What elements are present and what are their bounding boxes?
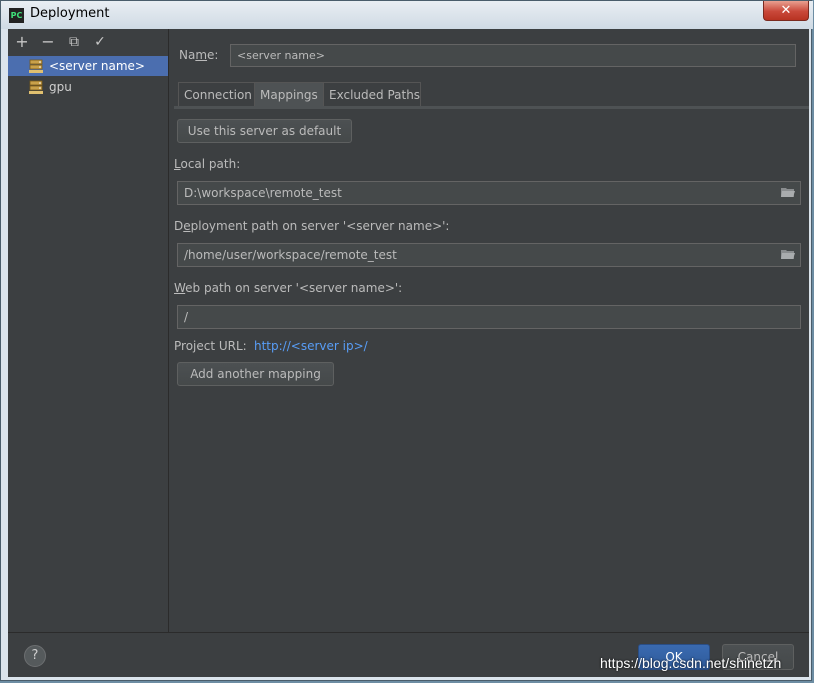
window-title: Deployment [30,6,110,21]
title-bar[interactable]: PC Deployment ✕ [1,1,813,29]
copy-server-icon[interactable]: ⧉ [65,33,83,51]
server-item-label: gpu [49,80,72,94]
watermark-text: https://blog.csdn.net/shinetzh [600,655,782,671]
deployment-path-value: /home/user/workspace/remote_test [184,248,397,262]
apply-check-icon[interactable]: ✓ [91,33,109,51]
server-item-label: <server name> [49,59,145,73]
deployment-path-label: Deployment path on server '<server name>… [174,219,450,233]
server-item-server-name[interactable]: <server name> [8,56,168,76]
help-icon[interactable]: ? [24,645,46,667]
tab-connection[interactable]: Connection [178,82,255,106]
server-list-panel: + − ⧉ ✓ <server name> gpu [8,29,169,632]
project-url-link[interactable]: http://<server ip>/ [254,339,368,353]
tab-mappings[interactable]: Mappings [254,82,324,106]
tab-excluded-paths[interactable]: Excluded Paths [323,82,421,106]
pycharm-app-icon: PC [9,8,24,23]
server-icon [29,59,43,73]
web-path-label: Web path on server '<server name>': [174,281,403,295]
deployment-path-field[interactable]: /home/user/workspace/remote_test [177,243,801,267]
browse-folder-icon[interactable] [781,249,795,260]
web-path-field[interactable]: / [177,305,801,329]
local-path-field[interactable]: D:\workspace\remote_test [177,181,801,205]
local-path-label: Local path: [174,157,241,171]
name-label: Name: [179,48,219,62]
server-item-gpu[interactable]: gpu [8,77,168,97]
server-icon [29,80,43,94]
server-toolbar: + − ⧉ ✓ [8,29,168,55]
use-as-default-button[interactable]: Use this server as default [177,119,352,143]
remove-server-icon[interactable]: − [39,33,57,51]
browse-folder-icon[interactable] [781,187,795,198]
deployment-dialog: PC Deployment ✕ + − ⧉ ✓ <server name> gp… [0,0,813,681]
tab-divider [174,106,809,109]
project-url-label: Project URL: [174,339,247,353]
local-path-value: D:\workspace\remote_test [184,186,342,200]
add-server-icon[interactable]: + [13,33,31,51]
add-another-mapping-button[interactable]: Add another mapping [177,362,334,386]
dialog-content: + − ⧉ ✓ <server name> gpu Name: <server … [8,29,809,677]
web-path-value: / [184,310,189,324]
server-settings-panel: Name: <server name> Connection Mappings … [169,29,809,632]
close-window-button[interactable]: ✕ [763,1,809,21]
server-name-field[interactable]: <server name> [230,44,796,67]
